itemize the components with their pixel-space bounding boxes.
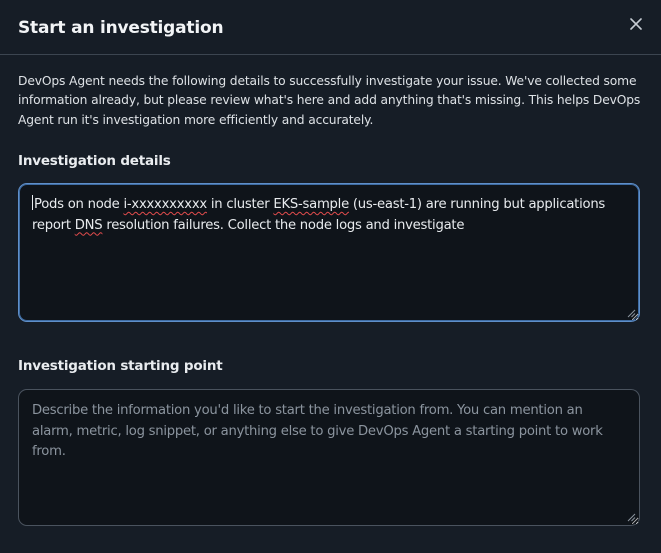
- details-text-part-misspelled: DNS: [74, 217, 103, 233]
- investigation-starting-point-textarea[interactable]: Describe the information you'd like to s…: [18, 389, 640, 526]
- starting-point-placeholder: Describe the information you'd like to s…: [32, 403, 603, 459]
- details-text-part: Pods on node: [34, 197, 124, 212]
- resize-handle-icon[interactable]: [627, 513, 636, 522]
- text-caret: [32, 195, 33, 210]
- intro-description: DevOps Agent needs the following details…: [18, 74, 641, 127]
- start-investigation-modal: Start an investigation DevOps Agent need…: [0, 0, 661, 553]
- close-button[interactable]: [624, 12, 648, 36]
- resize-handle-icon[interactable]: [627, 309, 636, 318]
- modal-title: Start an investigation: [18, 18, 224, 38]
- details-text-part: in cluster: [206, 197, 274, 212]
- details-text-part: resolution failures. Collect the node lo…: [102, 217, 465, 233]
- modal-header: Start an investigation: [0, 0, 661, 55]
- close-icon: [630, 18, 642, 30]
- investigation-details-textarea[interactable]: Pods on node i-xxxxxxxxxx in cluster EKS…: [18, 183, 640, 322]
- investigation-starting-point-label: Investigation starting point: [18, 358, 223, 374]
- investigation-details-label: Investigation details: [18, 153, 171, 169]
- details-text-part-misspelled: EKS-sample: [273, 197, 349, 212]
- details-text-part-misspelled: i-xxxxxxxxxx: [123, 197, 207, 212]
